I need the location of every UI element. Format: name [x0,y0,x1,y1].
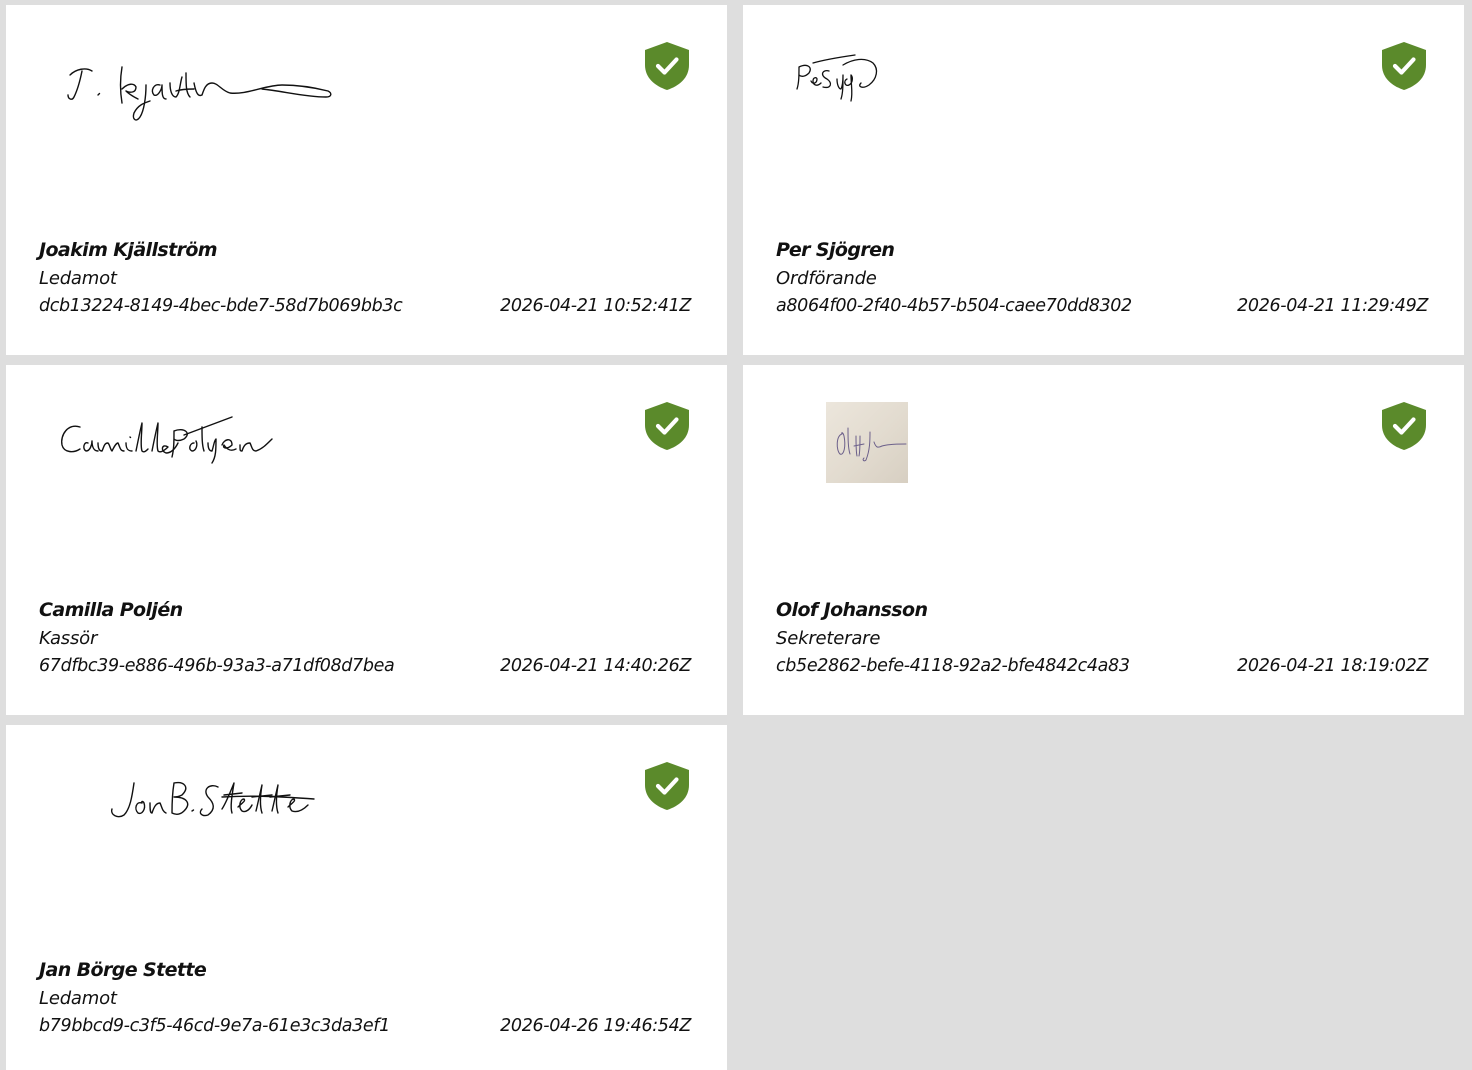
signature-image [46,393,386,503]
signer-role: Ledamot [39,988,117,1009]
handwritten-signature [796,54,878,102]
signature-card: Camilla Poljén Kassör 67dfbc39-e886-496b… [6,365,727,715]
signature-timestamp: 2026-04-21 10:52:41Z [500,296,691,316]
signer-name: Per Sjögren [776,239,895,261]
signature-card: Per Sjögren Ordförande a8064f00-2f40-4b5… [743,5,1464,355]
signature-id: 67dfbc39-e886-496b-93a3-a71df08d7bea [39,656,395,676]
handwritten-signature [67,66,332,121]
signer-role: Ledamot [39,268,117,289]
signature-image [46,33,386,143]
handwritten-signature [836,427,907,462]
signature-card: Jan Börge Stette Ledamot b79bbcd9-c3f5-4… [6,725,727,1070]
signature-timestamp: 2026-04-21 11:29:49Z [1237,296,1428,316]
signer-name: Olof Johansson [776,599,928,621]
signer-role: Ordförande [776,268,877,289]
signature-image [46,753,386,863]
signature-card: Olof Johansson Sekreterare cb5e2862-befe… [743,365,1464,715]
verified-shield-icon [644,401,690,451]
handwritten-signature [111,781,315,818]
signature-id: a8064f00-2f40-4b57-b504-caee70dd8302 [776,296,1132,316]
signer-name: Joakim Kjällström [39,239,218,261]
signer-name: Jan Börge Stette [39,959,207,981]
signer-role: Sekreterare [776,628,881,649]
signature-id: b79bbcd9-c3f5-46cd-9e7a-61e3c3da3ef1 [39,1016,390,1036]
signer-role: Kassör [39,628,98,649]
signature-image [783,33,1123,143]
signer-name: Camilla Poljén [39,599,183,621]
signature-timestamp: 2026-04-26 19:46:54Z [500,1016,691,1036]
verified-shield-icon [1381,41,1427,91]
signature-timestamp: 2026-04-21 14:40:26Z [500,656,691,676]
signature-photo [826,402,908,483]
handwritten-signature [61,416,273,464]
verified-shield-icon [644,761,690,811]
verified-shield-icon [1381,401,1427,451]
verified-shield-icon [644,41,690,91]
signature-id: dcb13224-8149-4bec-bde7-58d7b069bb3c [39,296,403,316]
signature-id: cb5e2862-befe-4118-92a2-bfe4842c4a83 [776,656,1130,676]
signature-card: Joakim Kjällström Ledamot dcb13224-8149-… [6,5,727,355]
signature-timestamp: 2026-04-21 18:19:02Z [1237,656,1428,676]
